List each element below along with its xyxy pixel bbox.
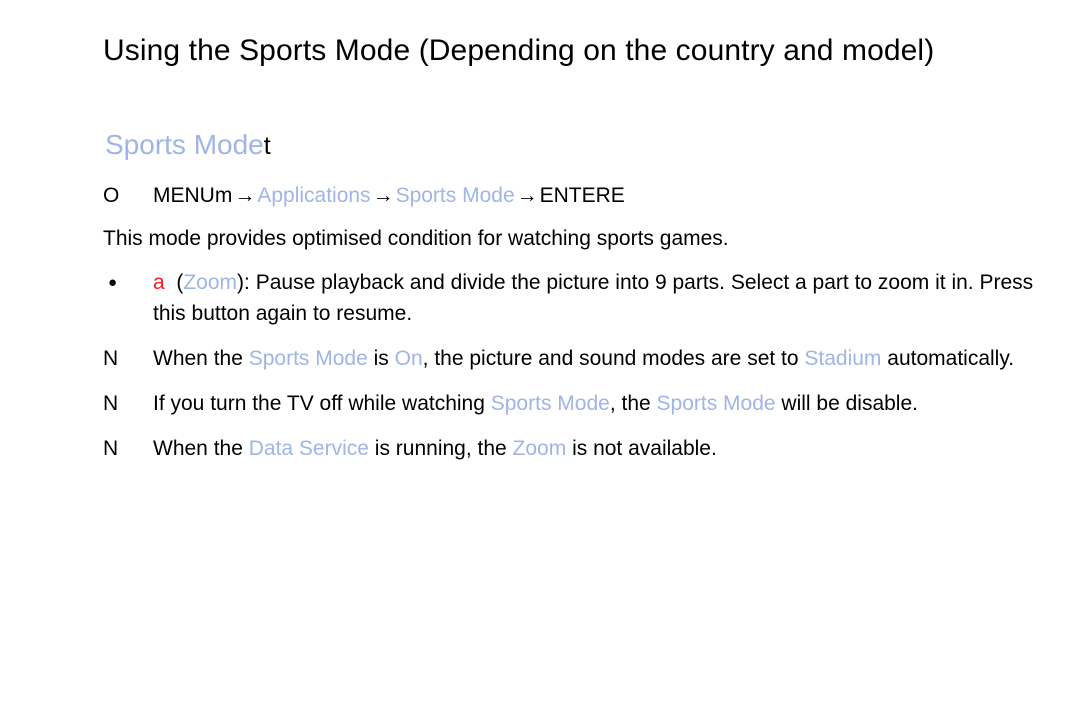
note-text-part: , the — [609, 392, 657, 415]
note-row: N When the Sports Mode is On, the pictur… — [103, 343, 1053, 374]
note-text-part: When the — [153, 437, 249, 460]
note-marker: N — [103, 392, 119, 415]
arrow-icon-3: → — [516, 184, 538, 207]
manual-page: Using the Sports Mode (Depending on the … — [0, 0, 1080, 705]
note-text-part: automatically. — [881, 347, 1015, 370]
note-text-part: , the picture and sound modes are set to — [422, 347, 805, 370]
note-ui-term[interactable]: Stadium — [804, 347, 881, 370]
menu-path-text: MENUm→Applications→Sports Mode→ENTERE — [103, 180, 1053, 211]
note-text: If you turn the TV off while watching Sp… — [103, 388, 1053, 419]
note-marker: N — [103, 347, 119, 370]
bullet-point-icon: ● — [108, 274, 118, 291]
menu-step-menu[interactable]: MENUm — [153, 184, 232, 207]
subheading-ui-term: Sports Mode — [105, 129, 264, 160]
description-row: This mode provides optimised condition f… — [103, 223, 1053, 254]
bullet-text-after: : Pause playback and divide the picture … — [153, 271, 1034, 325]
remote-key-label-a: a — [153, 271, 165, 294]
menu-step-sports-mode[interactable]: Sports Mode — [396, 184, 515, 207]
close-paren: ) — [237, 271, 245, 294]
menu-path-row: O MENUm→Applications→Sports Mode→ENTERE — [103, 180, 1053, 211]
section-subheading: Sports Modet — [105, 128, 271, 163]
note-ui-term[interactable]: On — [395, 347, 423, 370]
page-title: Using the Sports Mode (Depending on the … — [103, 34, 935, 68]
note-row: N When the Data Service is running, the … — [103, 433, 1053, 464]
note-ui-term[interactable]: Data Service — [249, 437, 369, 460]
note-text-part: If you turn the TV off while watching — [153, 392, 491, 415]
menu-step-enter[interactable]: ENTERE — [540, 184, 625, 207]
note-row: N If you turn the TV off while watching … — [103, 388, 1053, 419]
arrow-icon-1: → — [234, 184, 256, 207]
note-text-part: When the — [153, 347, 249, 370]
note-text-part: is — [367, 347, 395, 370]
note-text: When the Data Service is running, the Zo… — [103, 433, 1053, 464]
body-content: O MENUm→Applications→Sports Mode→ENTERE … — [103, 180, 1053, 464]
note-text-part: is running, the — [368, 437, 513, 460]
subheading-key-glyph: t — [263, 132, 271, 160]
note-text: When the Sports Mode is On, the picture … — [103, 343, 1053, 374]
note-text-part: will be disable. — [775, 392, 918, 415]
bullet-ui-term-zoom[interactable]: Zoom — [183, 271, 237, 294]
bullet-row: ● a (Zoom): Pause playback and divide th… — [103, 267, 1053, 329]
note-marker: N — [103, 437, 119, 460]
note-ui-term[interactable]: Sports Mode — [491, 392, 610, 415]
note-text-part: is not available. — [566, 437, 717, 460]
description-text: This mode provides optimised condition f… — [103, 227, 729, 250]
menu-path-marker: O — [103, 184, 120, 207]
menu-step-applications[interactable]: Applications — [257, 184, 370, 207]
arrow-icon-2: → — [372, 184, 394, 207]
note-ui-term[interactable]: Sports Mode — [657, 392, 776, 415]
note-ui-term[interactable]: Zoom — [513, 437, 567, 460]
note-ui-term[interactable]: Sports Mode — [249, 347, 368, 370]
bullet-text: a (Zoom): Pause playback and divide the … — [103, 267, 1053, 329]
